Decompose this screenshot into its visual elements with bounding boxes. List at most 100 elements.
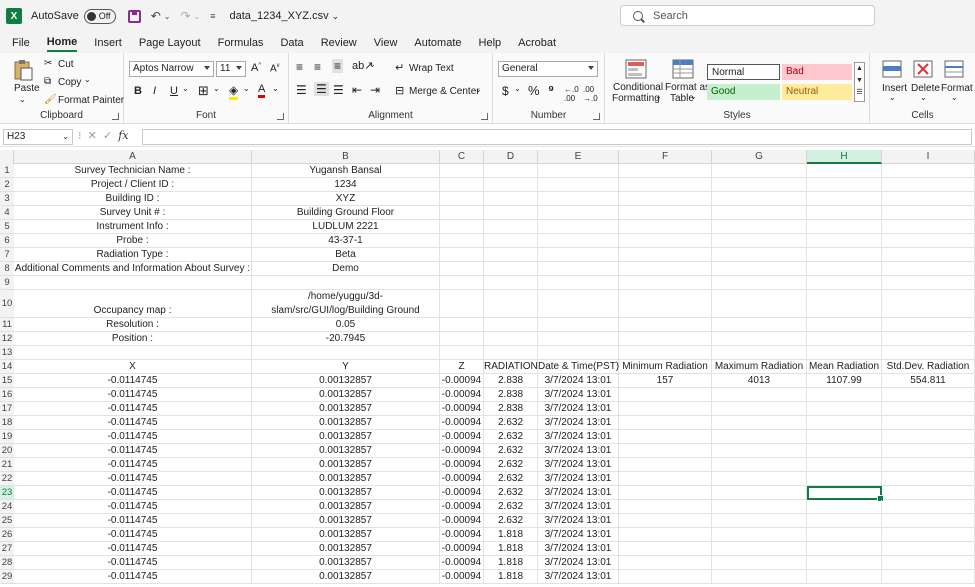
autosave-toggle[interactable]: Off — [83, 8, 116, 24]
decrease-font-icon[interactable]: Av — [270, 63, 280, 74]
cell-b15[interactable]: 0.00132857 — [252, 374, 440, 388]
styles-gallery-scroll[interactable]: ▲ ▼ ☰ — [854, 62, 865, 102]
cell-c18[interactable]: -0.00094 — [440, 416, 484, 430]
cell-a12[interactable]: Position : — [14, 332, 252, 346]
align-top-icon[interactable]: ≡ — [296, 60, 303, 74]
fill-color-dropdown-icon[interactable]: ⌄ — [243, 84, 250, 93]
copy-dropdown-icon[interactable]: ⌄ — [84, 75, 91, 84]
undo-dropdown-icon[interactable]: ⌄ — [164, 12, 171, 21]
cell-a1[interactable]: Survey Technician Name : — [14, 164, 252, 178]
cell-f21[interactable] — [619, 458, 712, 472]
cell-b11[interactable]: 0.05 — [252, 318, 440, 332]
cell-c24[interactable]: -0.00094 — [440, 500, 484, 514]
cell-i6[interactable] — [882, 234, 975, 248]
cell-c22[interactable]: -0.00094 — [440, 472, 484, 486]
font-color-icon[interactable]: A — [258, 83, 266, 98]
filename-chevron-icon[interactable]: ⌄ — [332, 11, 340, 22]
active-cell-selection[interactable] — [807, 486, 884, 502]
cell-h14[interactable]: Mean Radiation — [807, 360, 882, 374]
menu-review[interactable]: Review — [321, 37, 357, 49]
row-header-11[interactable]: 11 — [0, 318, 14, 332]
cell-f23[interactable] — [619, 486, 712, 500]
cell-a4[interactable]: Survey Unit # : — [14, 206, 252, 220]
cell-e1[interactable] — [538, 164, 619, 178]
cell-i9[interactable] — [882, 276, 975, 290]
cell-f13[interactable] — [619, 346, 712, 360]
cell-c3[interactable] — [440, 192, 484, 206]
cell-f14[interactable]: Minimum Radiation — [619, 360, 712, 374]
italic-icon[interactable]: I — [153, 85, 156, 97]
number-format-select[interactable]: General — [498, 61, 598, 77]
cell-d20[interactable]: 2.632 — [484, 444, 538, 458]
cell-d3[interactable] — [484, 192, 538, 206]
conditional-formatting-label2[interactable]: Formatting — [612, 93, 660, 104]
cell-a18[interactable]: -0.0114745 — [14, 416, 252, 430]
cell-d26[interactable]: 1.818 — [484, 528, 538, 542]
row-header-12[interactable]: 12 — [0, 332, 14, 346]
cell-i10[interactable] — [882, 290, 975, 318]
cell-a10[interactable]: Occupancy map : — [14, 290, 252, 318]
row-header-15[interactable]: 15 — [0, 374, 14, 388]
cell-b28[interactable]: 0.00132857 — [252, 556, 440, 570]
underline-dropdown-icon[interactable]: ⌄ — [182, 84, 189, 93]
cell-g16[interactable] — [712, 388, 807, 402]
cell-b5[interactable]: LUDLUM 2221 — [252, 220, 440, 234]
cell-f11[interactable] — [619, 318, 712, 332]
cell-i27[interactable] — [882, 542, 975, 556]
cell-i11[interactable] — [882, 318, 975, 332]
cell-e3[interactable] — [538, 192, 619, 206]
cell-f6[interactable] — [619, 234, 712, 248]
cell-c11[interactable] — [440, 318, 484, 332]
cell-h3[interactable] — [807, 192, 882, 206]
menu-page-layout[interactable]: Page Layout — [139, 37, 201, 49]
cell-a28[interactable]: -0.0114745 — [14, 556, 252, 570]
cell-b20[interactable]: 0.00132857 — [252, 444, 440, 458]
paste-dropdown-icon[interactable]: ⌄ — [19, 95, 26, 104]
clipboard-launcher-icon[interactable] — [112, 113, 119, 120]
cell-b9[interactable] — [252, 276, 440, 290]
cell-f28[interactable] — [619, 556, 712, 570]
fill-color-icon[interactable]: ◈ — [229, 83, 239, 100]
row-header-10[interactable]: 10 — [0, 290, 14, 318]
borders-icon[interactable]: ⊞ — [198, 83, 209, 99]
formula-input[interactable] — [142, 129, 972, 145]
cell-e12[interactable] — [538, 332, 619, 346]
cell-e9[interactable] — [538, 276, 619, 290]
cell-g23[interactable] — [712, 486, 807, 500]
cell-h12[interactable] — [807, 332, 882, 346]
cell-b26[interactable]: 0.00132857 — [252, 528, 440, 542]
cell-g18[interactable] — [712, 416, 807, 430]
cell-i23[interactable] — [882, 486, 975, 500]
menu-help[interactable]: Help — [479, 37, 502, 49]
cell-h16[interactable] — [807, 388, 882, 402]
menu-data[interactable]: Data — [280, 37, 303, 49]
cell-c1[interactable] — [440, 164, 484, 178]
cell-e11[interactable] — [538, 318, 619, 332]
cell-i13[interactable] — [882, 346, 975, 360]
wrap-text-button[interactable]: Wrap Text — [409, 63, 454, 74]
cell-i21[interactable] — [882, 458, 975, 472]
cell-b22[interactable]: 0.00132857 — [252, 472, 440, 486]
cell-e5[interactable] — [538, 220, 619, 234]
cell-h9[interactable] — [807, 276, 882, 290]
decrease-decimal-icon[interactable]: .00 →.0 — [583, 85, 598, 103]
font-size-select[interactable]: 11 — [216, 61, 246, 77]
cell-g15[interactable]: 4013 — [712, 374, 807, 388]
spreadsheet-grid[interactable]: ABCDEFGHI 1 Survey Technician Name : Yugan… — [0, 150, 975, 587]
cell-d2[interactable] — [484, 178, 538, 192]
format-cells-icon[interactable] — [943, 58, 965, 80]
cell-f19[interactable] — [619, 430, 712, 444]
column-header-i[interactable]: I — [882, 150, 975, 164]
cell-c27[interactable]: -0.00094 — [440, 542, 484, 556]
cell-i16[interactable] — [882, 388, 975, 402]
row-header-19[interactable]: 19 — [0, 430, 14, 444]
column-header-c[interactable]: C — [440, 150, 484, 164]
row-header-9[interactable]: 9 — [0, 276, 14, 290]
copy-icon[interactable]: ⧉ — [44, 76, 51, 87]
cell-b29[interactable]: 0.00132857 — [252, 570, 440, 584]
cell-g14[interactable]: Maximum Radiation — [712, 360, 807, 374]
cell-b21[interactable]: 0.00132857 — [252, 458, 440, 472]
menu-acrobat[interactable]: Acrobat — [518, 37, 556, 49]
cell-f3[interactable] — [619, 192, 712, 206]
cell-d1[interactable] — [484, 164, 538, 178]
